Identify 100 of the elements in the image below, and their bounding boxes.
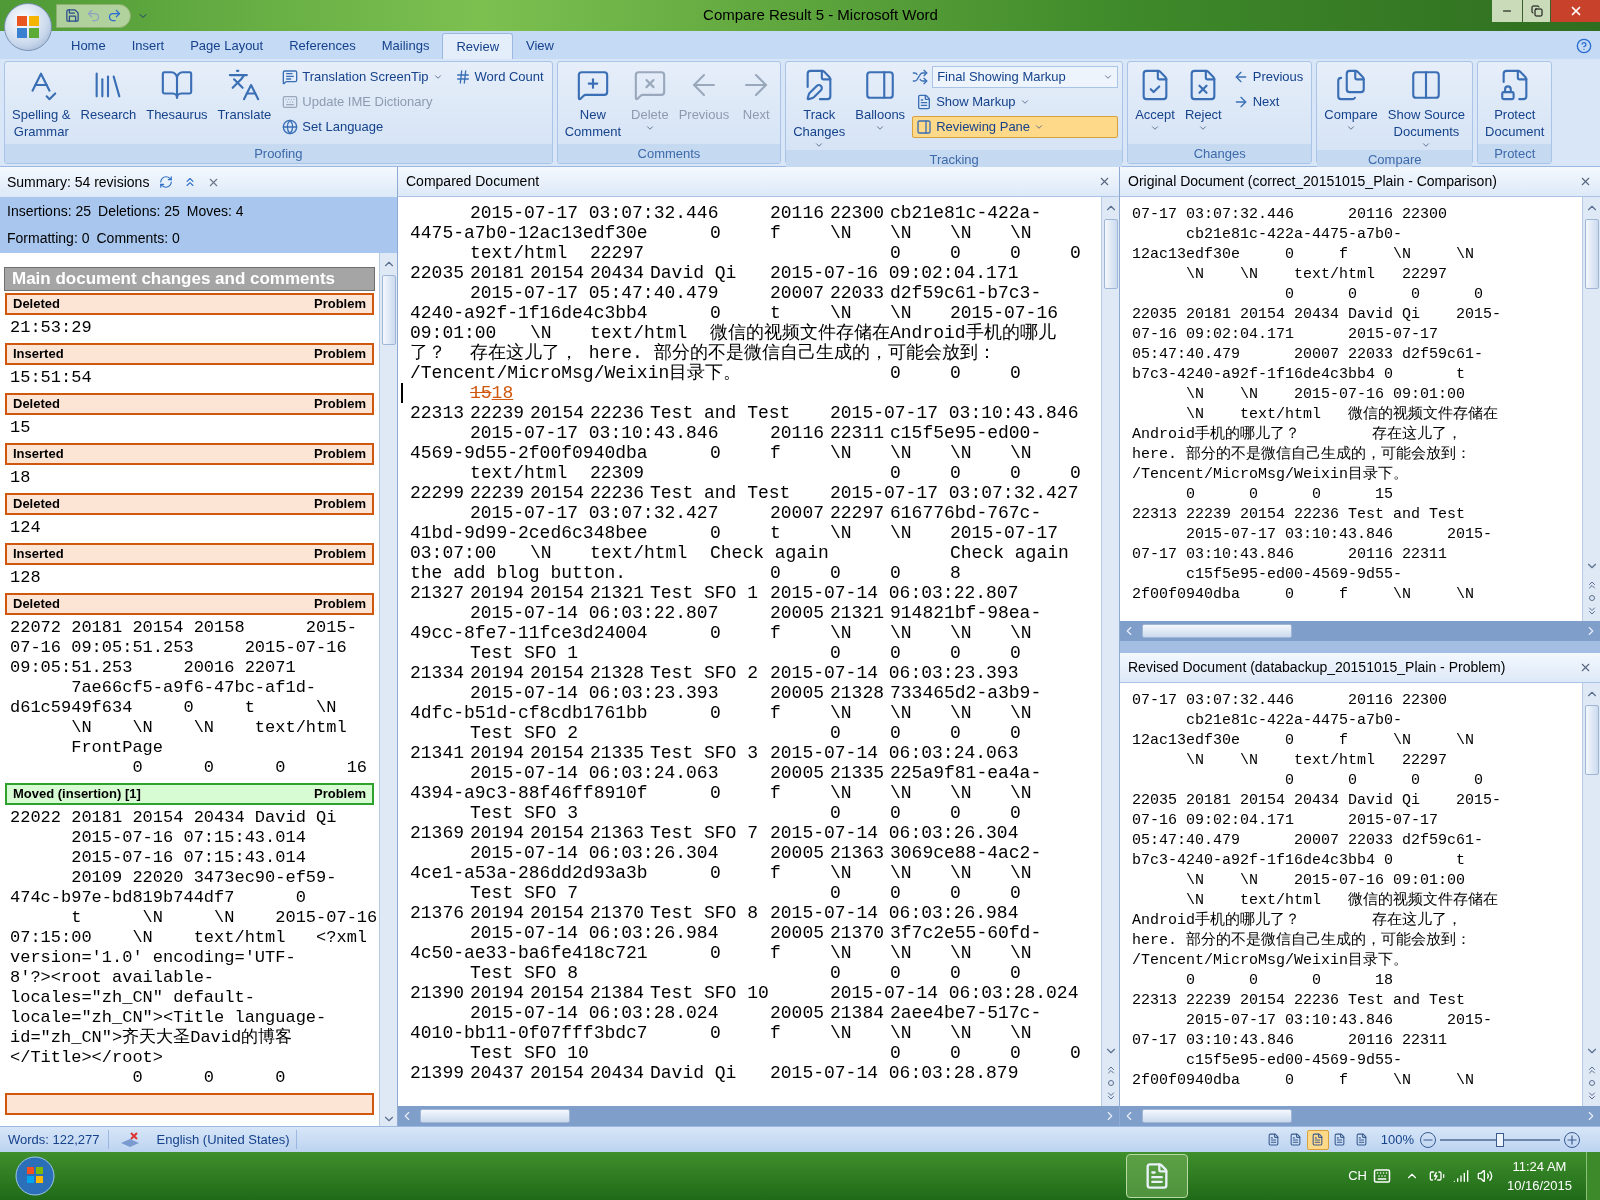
office-button[interactable] bbox=[4, 3, 52, 51]
horizontal-scrollbar[interactable] bbox=[1120, 1106, 1600, 1126]
revision-type: Inserted bbox=[13, 445, 64, 464]
document-text-line: \N \N text/html 22297 bbox=[1185, 750, 1448, 771]
vertical-scrollbar[interactable] bbox=[379, 253, 397, 1126]
horizontal-scrollbar[interactable] bbox=[1120, 620, 1600, 641]
revision-text: 07:15:00 \N text/html <?xml bbox=[9, 928, 368, 948]
scroll-thumb[interactable] bbox=[1142, 623, 1292, 638]
ribbon-button[interactable]: Research bbox=[77, 66, 140, 123]
keyboard-icon[interactable] bbox=[1372, 1167, 1391, 1185]
delete-comment-icon bbox=[632, 68, 667, 102]
scroll-thumb[interactable] bbox=[1584, 219, 1599, 289]
close-button[interactable] bbox=[1550, 0, 1600, 22]
minimize-button[interactable] bbox=[1492, 0, 1522, 22]
ribbon-button[interactable]: Translate bbox=[214, 66, 275, 123]
revision-count: Insertions: 25 bbox=[7, 202, 92, 221]
document-text-line: 49cc-8fe7-11fce3d24004 0 f \N \N \N \N bbox=[410, 623, 1032, 643]
taskbar-word-button[interactable] bbox=[1126, 1154, 1189, 1198]
help-icon[interactable] bbox=[1576, 38, 1592, 54]
zoom-slider[interactable] bbox=[1440, 1132, 1560, 1147]
ribbon-button[interactable]: Next bbox=[1228, 91, 1308, 113]
ribbon-button[interactable]: Compare bbox=[1321, 66, 1381, 133]
scroll-thumb[interactable] bbox=[1584, 704, 1599, 775]
ribbon-button[interactable]: Thesaurus bbox=[143, 66, 211, 123]
ribbon-button[interactable]: Set Language bbox=[278, 116, 447, 138]
clock-time[interactable]: 11:24 AM bbox=[1512, 1156, 1567, 1176]
revision-text: 20109 22020 3473ec90-ef59- bbox=[70, 868, 337, 888]
show-desktop-button[interactable] bbox=[1586, 1152, 1600, 1200]
ribbon-button[interactable]: Show Source Documents bbox=[1384, 66, 1469, 150]
ribbon-tab[interactable]: Insert bbox=[118, 33, 178, 59]
document-text-line: 2015-07-14 06:03:23.393 20005 21328 733465d2-a3b9- bbox=[469, 683, 1042, 703]
revision-header[interactable]: Inserted Problem bbox=[5, 443, 374, 465]
ribbon-tab[interactable]: Home bbox=[58, 33, 119, 59]
vertical-scrollbar[interactable] bbox=[1101, 197, 1119, 1106]
language-status[interactable]: English (United States) bbox=[150, 1129, 297, 1150]
revision-author: Problem bbox=[314, 395, 366, 414]
save-icon[interactable] bbox=[65, 8, 80, 23]
arrows-icon[interactable] bbox=[912, 69, 929, 85]
word-count[interactable]: Words: 122,277 bbox=[0, 1129, 109, 1150]
ribbon-tab[interactable]: Page Layout bbox=[177, 33, 277, 59]
revision-header[interactable] bbox=[5, 1093, 374, 1115]
ribbon-button[interactable]: Balloons bbox=[852, 66, 909, 133]
view-button[interactable] bbox=[1306, 1129, 1329, 1150]
ribbon-button[interactable]: Word Count bbox=[450, 66, 548, 88]
battery-icon[interactable] bbox=[1428, 1168, 1445, 1184]
scroll-thumb[interactable] bbox=[1103, 219, 1118, 289]
scroll-thumb[interactable] bbox=[1142, 1109, 1292, 1123]
ribbon-button[interactable]: New Comment bbox=[561, 66, 625, 140]
revision-text: 8'?><root available- bbox=[9, 968, 215, 988]
document-text-line: cb21e81c-422a-4475-a7b0- bbox=[1185, 225, 1403, 245]
revision-header[interactable]: Deleted Problem bbox=[5, 393, 374, 415]
ribbon-button[interactable]: Protect Document bbox=[1482, 66, 1548, 140]
volume-icon[interactable] bbox=[1476, 1168, 1493, 1184]
window-title: Compare Result 5 - Microsoft Word bbox=[703, 5, 938, 26]
scroll-thumb[interactable] bbox=[381, 275, 396, 345]
ribbon-tab[interactable]: References bbox=[276, 33, 369, 59]
revision-author: Problem bbox=[314, 785, 366, 804]
revision-type: Inserted bbox=[13, 545, 64, 564]
revision-header[interactable]: Inserted Problem bbox=[5, 543, 374, 565]
ribbon-tab[interactable]: View bbox=[513, 33, 567, 59]
ribbon-button[interactable]: Track Changes bbox=[790, 66, 849, 150]
document-text-line: 2015-07-14 06:03:26.984 20005 21370 3f7c2e55-60fd- bbox=[469, 923, 1042, 943]
revision-header[interactable]: Deleted Problem bbox=[5, 293, 374, 315]
document-text-line: 4c50-ae33-ba6fe418c721 0 f \N \N \N \N bbox=[410, 943, 1032, 963]
ribbon-tab[interactable]: Mailings bbox=[368, 33, 443, 59]
ribbon-button[interactable]: Previous bbox=[1228, 66, 1308, 88]
ribbon-button[interactable]: Reviewing Pane bbox=[912, 116, 1119, 138]
document-text-line: text/html 22309 0 0 0 0 bbox=[469, 463, 1081, 483]
refresh-icon[interactable] bbox=[159, 175, 174, 189]
document-text-line: 2015-07-14 06:03:28.024 20005 21384 2aee4be7-517c- bbox=[469, 1003, 1042, 1023]
document-text-line: 05:47:40.479 20007 22033 d2f59c61- bbox=[1132, 345, 1484, 365]
signal-icon[interactable] bbox=[1452, 1168, 1469, 1184]
revision-text: 124 bbox=[9, 517, 41, 538]
ribbon-button[interactable]: Accept bbox=[1132, 66, 1178, 133]
restore-button[interactable] bbox=[1522, 0, 1550, 22]
zoom-thumb[interactable] bbox=[1496, 1132, 1504, 1147]
page-view-icon bbox=[1289, 1133, 1303, 1146]
input-language[interactable]: CH bbox=[1348, 1166, 1367, 1186]
revision-author: Problem bbox=[314, 495, 366, 514]
vertical-scrollbar[interactable] bbox=[1582, 197, 1600, 621]
ribbon-button[interactable]: Translation ScreenTip bbox=[278, 66, 447, 88]
revision-header[interactable]: Inserted Problem bbox=[5, 343, 374, 365]
horizontal-scrollbar[interactable] bbox=[398, 1106, 1119, 1126]
vertical-scrollbar[interactable] bbox=[1582, 682, 1600, 1106]
close-icon[interactable] bbox=[1579, 175, 1592, 188]
redo-icon[interactable] bbox=[107, 8, 122, 23]
ribbon-button[interactable]: Show Markup bbox=[912, 91, 1119, 113]
zoom-level[interactable]: 100% bbox=[1380, 1129, 1414, 1150]
revision-header[interactable]: Deleted Problem bbox=[5, 593, 374, 615]
revision-text: </Title></root> bbox=[9, 1048, 164, 1068]
ribbon-button[interactable]: Reject bbox=[1181, 66, 1225, 133]
scroll-thumb[interactable] bbox=[420, 1109, 570, 1123]
ribbon-button[interactable]: Spelling & Grammar bbox=[9, 66, 74, 140]
revision-text: 2015-07-16 07:15:43.014 bbox=[70, 828, 306, 848]
ribbon-tab[interactable]: Review bbox=[442, 33, 513, 59]
revision-header[interactable]: Deleted Problem bbox=[5, 493, 374, 515]
close-icon[interactable] bbox=[1098, 175, 1111, 188]
markup-dropdown[interactable]: Final Showing Markup bbox=[932, 66, 1119, 88]
clock-date[interactable]: 10/16/2015 bbox=[1506, 1176, 1572, 1196]
revision-header[interactable]: Moved (insertion) [1] Problem bbox=[5, 783, 374, 805]
